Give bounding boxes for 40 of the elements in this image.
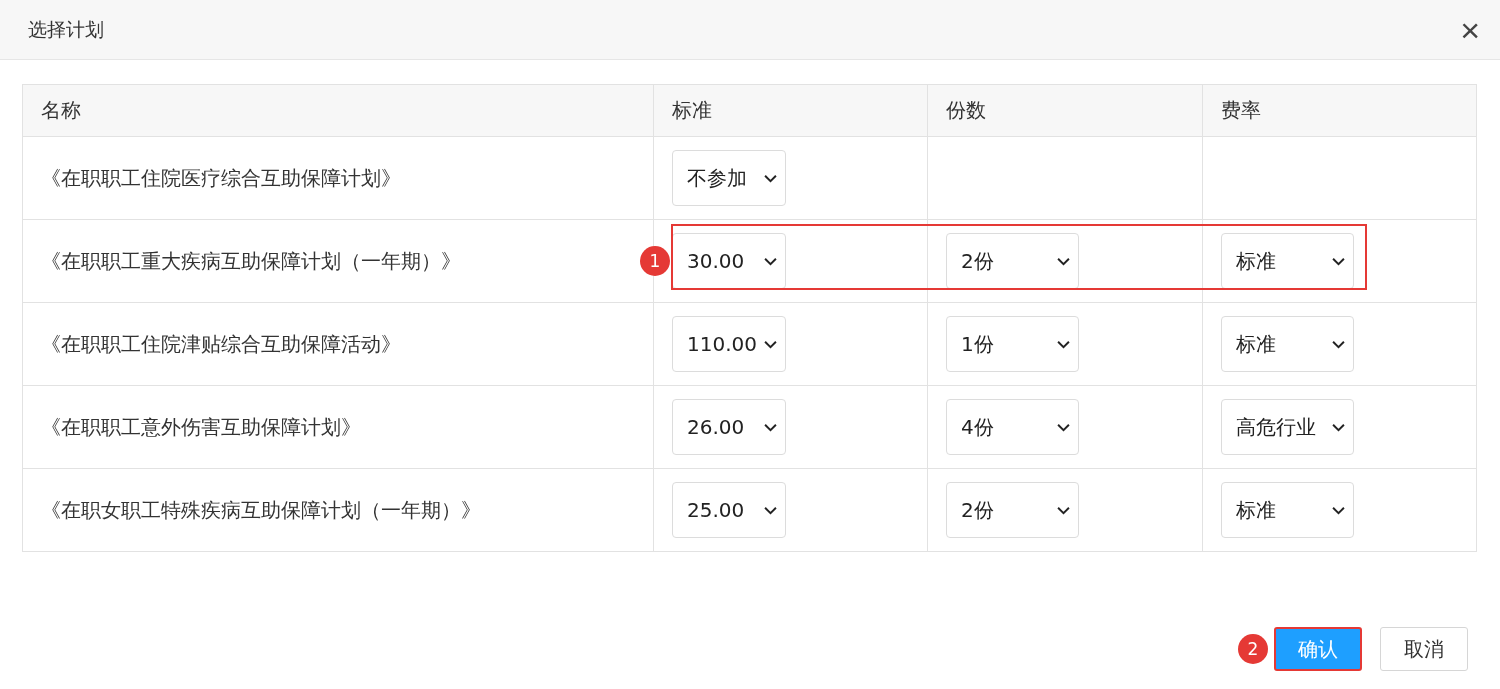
standard-select[interactable]: 25.00	[672, 482, 786, 538]
caret-icon	[1057, 505, 1070, 515]
caret-icon	[1332, 505, 1345, 515]
caret-icon	[1332, 422, 1345, 432]
caret-icon	[1057, 339, 1070, 349]
rate-select[interactable]: 标准	[1221, 233, 1354, 289]
shares-select[interactable]: 4份	[946, 399, 1079, 455]
column-header: 份数	[927, 85, 1202, 136]
table-cell-text: 《在职职工重大疾病互助保障计划（一年期）》	[40, 247, 462, 275]
column-header: 标准	[653, 85, 927, 136]
shares-select[interactable]: 1份	[946, 316, 1079, 372]
caret-icon	[764, 256, 777, 266]
rate-select[interactable]: 标准	[1221, 316, 1354, 372]
standard-select[interactable]: 110.00	[672, 316, 786, 372]
caret-icon	[1057, 422, 1070, 432]
column-header: 名称	[40, 97, 82, 124]
shares-select[interactable]: 2份	[946, 482, 1079, 538]
caret-icon	[764, 173, 777, 183]
rate-select[interactable]: 标准	[1221, 482, 1354, 538]
table-cell-text: 《在职职工意外伤害互助保障计划》	[40, 413, 362, 441]
column-header: 费率	[1202, 85, 1476, 136]
step-badge: 1	[640, 246, 670, 276]
standard-select[interactable]: 不参加	[672, 150, 786, 206]
caret-icon	[1057, 256, 1070, 266]
cancel-button[interactable]: 取消	[1380, 627, 1468, 671]
caret-icon	[764, 339, 777, 349]
caret-icon	[1332, 256, 1345, 266]
table-cell-text: 《在职女职工特殊疾病互助保障计划（一年期）》	[40, 496, 482, 524]
caret-icon	[1332, 339, 1345, 349]
rate-select[interactable]: 高危行业	[1221, 399, 1354, 455]
standard-select[interactable]: 30.00	[672, 233, 786, 289]
caret-icon	[764, 505, 777, 515]
table-cell-text: 《在职职工住院医疗综合互助保障计划》	[40, 164, 402, 192]
dialog-title: 选择计划	[28, 16, 104, 42]
close-button[interactable]: ×	[1456, 12, 1484, 47]
shares-select[interactable]: 2份	[946, 233, 1079, 289]
caret-icon	[764, 422, 777, 432]
step-badge: 2	[1238, 634, 1268, 664]
standard-select[interactable]: 26.00	[672, 399, 786, 455]
table-cell-text: 《在职职工住院津贴综合互助保障活动》	[40, 330, 402, 358]
